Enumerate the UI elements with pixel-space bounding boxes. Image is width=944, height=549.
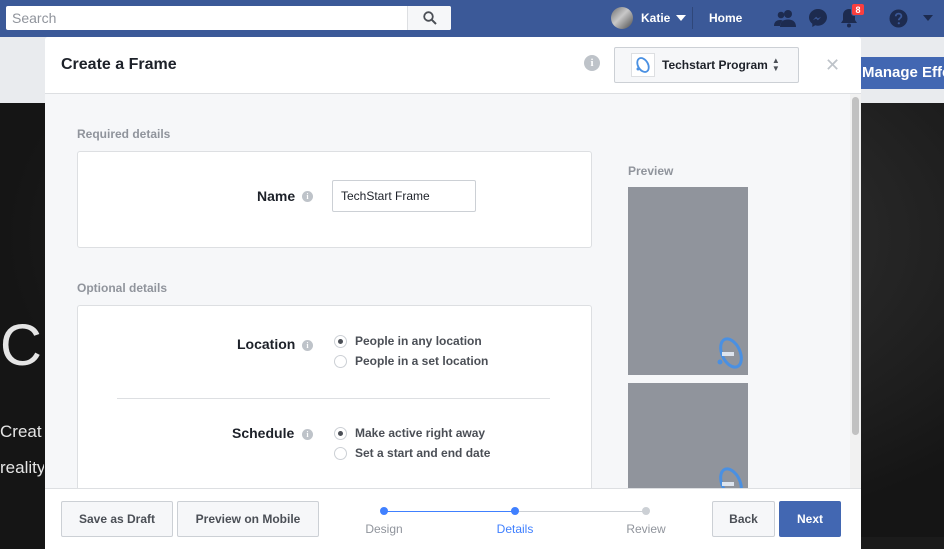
radio-label: Make active right away bbox=[355, 426, 486, 440]
location-option-any[interactable]: People in any location bbox=[334, 334, 482, 348]
preview-on-mobile-button[interactable]: Preview on Mobile bbox=[177, 501, 319, 537]
radio-button[interactable] bbox=[334, 426, 347, 440]
user-name: Katie bbox=[641, 11, 671, 25]
page-selector-label: Techstart Program bbox=[662, 58, 768, 72]
progress-line-remaining bbox=[515, 511, 646, 512]
preview-heading: Preview bbox=[628, 164, 674, 178]
top-navigation-bar: Katie Home 8 bbox=[0, 0, 944, 37]
messenger-icon bbox=[809, 9, 827, 27]
search-button[interactable] bbox=[407, 6, 451, 30]
frame-preview-tile bbox=[628, 187, 748, 375]
schedule-option-dates[interactable]: Set a start and end date bbox=[334, 446, 490, 460]
info-icon[interactable]: i bbox=[302, 340, 313, 351]
save-as-draft-button[interactable]: Save as Draft bbox=[61, 501, 173, 537]
close-icon[interactable]: ✕ bbox=[825, 56, 840, 74]
location-label: Location bbox=[237, 336, 296, 352]
scrollbar[interactable] bbox=[850, 94, 861, 488]
scrollbar-thumb[interactable] bbox=[852, 97, 859, 435]
friend-requests-button[interactable] bbox=[773, 7, 797, 29]
background-hero-text: Creat bbox=[0, 422, 42, 441]
info-icon[interactable]: i bbox=[584, 55, 600, 71]
radio-button[interactable] bbox=[334, 334, 347, 348]
frame-preview-tile bbox=[628, 383, 748, 488]
radio-button[interactable] bbox=[334, 354, 347, 368]
name-label: Name bbox=[257, 188, 296, 204]
required-details-card: Name i bbox=[77, 151, 592, 248]
step-review-dot bbox=[642, 507, 650, 515]
radio-label: People in any location bbox=[355, 334, 482, 348]
dialog-footer: Save as Draft Preview on Mobile Design D… bbox=[45, 488, 861, 549]
info-icon[interactable]: i bbox=[302, 429, 313, 440]
step-details-dot bbox=[511, 507, 519, 515]
step-design-label[interactable]: Design bbox=[354, 522, 414, 536]
messenger-button[interactable] bbox=[806, 7, 830, 29]
create-frame-dialog: Create a Frame i Techstart Program ▲ ▼ ✕ … bbox=[45, 37, 861, 549]
chevron-down-icon bbox=[676, 15, 687, 21]
frame-name-input[interactable] bbox=[332, 180, 476, 212]
avatar bbox=[611, 7, 633, 29]
page-selector[interactable]: Techstart Program ▲ ▼ bbox=[614, 47, 799, 83]
radio-label: People in a set location bbox=[355, 354, 489, 368]
step-design-dot bbox=[380, 507, 388, 515]
frame-logo-icon bbox=[719, 467, 743, 488]
radio-button[interactable] bbox=[334, 446, 347, 460]
progress-line-complete bbox=[384, 511, 515, 512]
required-details-heading: Required details bbox=[77, 127, 171, 141]
schedule-option-now[interactable]: Make active right away bbox=[334, 426, 485, 440]
manage-effects-button[interactable]: Manage Effe bbox=[859, 57, 944, 89]
schedule-label: Schedule bbox=[232, 425, 295, 441]
dialog-header: Create a Frame i Techstart Program ▲ ▼ ✕ bbox=[45, 37, 861, 94]
profile-link[interactable]: Katie bbox=[611, 7, 687, 29]
divider bbox=[117, 398, 550, 399]
account-menu-icon bbox=[923, 15, 933, 21]
dialog-title: Create a Frame bbox=[61, 56, 177, 73]
background-hero-title: Ca bbox=[0, 313, 44, 378]
background-footer bbox=[861, 537, 944, 549]
step-review-label[interactable]: Review bbox=[616, 522, 676, 536]
radio-label: Set a start and end date bbox=[355, 446, 491, 460]
help-icon bbox=[889, 9, 907, 27]
friend-requests-icon bbox=[774, 10, 796, 27]
location-option-set[interactable]: People in a set location bbox=[334, 354, 488, 368]
optional-details-card: Location i People in any location People… bbox=[77, 305, 592, 488]
background-hero-text: reality bbox=[0, 458, 44, 477]
search-input[interactable] bbox=[6, 6, 414, 30]
dialog-body: Required details Name i Optional details… bbox=[45, 94, 861, 488]
info-icon[interactable]: i bbox=[302, 191, 313, 202]
step-details-label[interactable]: Details bbox=[485, 522, 545, 536]
next-button[interactable]: Next bbox=[779, 501, 841, 537]
home-link[interactable]: Home bbox=[692, 7, 742, 29]
frame-logo-icon bbox=[717, 337, 743, 369]
account-menu-button[interactable] bbox=[916, 7, 940, 29]
search-box bbox=[6, 6, 451, 30]
page-logo-icon bbox=[631, 53, 655, 77]
notification-count-badge: 8 bbox=[851, 3, 865, 16]
back-button[interactable]: Back bbox=[712, 501, 775, 537]
optional-details-heading: Optional details bbox=[77, 281, 168, 295]
help-button[interactable] bbox=[886, 7, 910, 29]
search-icon bbox=[422, 11, 437, 25]
sort-arrows-icon: ▲ ▼ bbox=[771, 56, 780, 73]
